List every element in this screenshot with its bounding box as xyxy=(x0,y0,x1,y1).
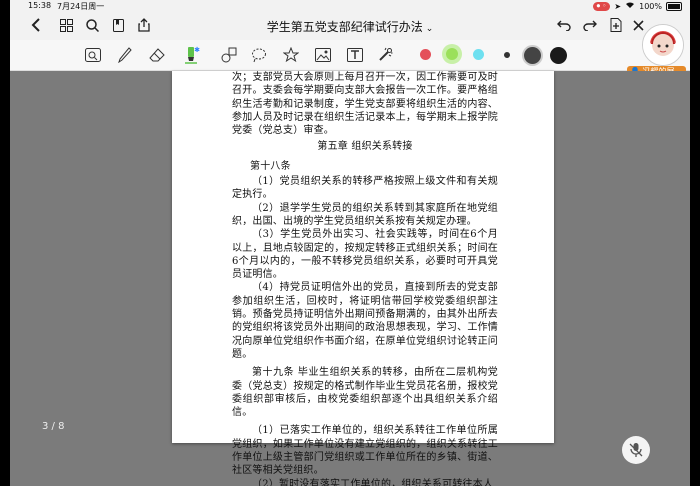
laser-pointer-icon[interactable] xyxy=(376,46,394,64)
shapes-tool-icon[interactable] xyxy=(220,46,238,64)
color-cyan-swatch[interactable] xyxy=(473,49,484,60)
ipad-screen: 15:38 7月24日周一 ⏺ ◦ ➤ 100% 学生第五党支部纪律试行办法 ⌄… xyxy=(10,0,690,486)
paragraph: （3）学生党员外出实习、社会实践等，时间在6个月以上，且地点较固定的，按规定转移… xyxy=(232,229,498,281)
battery-percent: 100% xyxy=(639,1,662,11)
battery-icon xyxy=(666,1,682,11)
status-date: 7月24日周一 xyxy=(57,2,105,11)
avatar[interactable] xyxy=(642,24,684,66)
status-time: 15:38 xyxy=(28,1,52,10)
sticker-tool-icon[interactable] xyxy=(282,46,300,64)
article-heading: 第十八条 xyxy=(250,160,291,172)
zoom-tool-icon[interactable] xyxy=(84,46,102,64)
paragraph: （1）党员组织关系的转移严格按照上级文件和有关规定执行。 xyxy=(232,176,498,201)
paragraph: （2）退学学生党员的组织关系转到其家庭所在地党组织，出国、出境的学生党员组织关系… xyxy=(232,202,498,227)
stroke-large-dot[interactable] xyxy=(550,47,567,64)
paragraph: （4）持党员证明信外出的党员，直接到所去的党支部参加组织生活，回校时，将证明信带… xyxy=(232,282,498,360)
microphone-muted-icon xyxy=(629,443,643,457)
paragraph: （2）暂时没有落实工作单位的，组织关系可转往本人 xyxy=(252,478,494,486)
screen-recording-indicator[interactable]: ⏺ ◦ xyxy=(592,1,611,11)
text-tool-icon[interactable] xyxy=(346,46,364,64)
close-icon[interactable] xyxy=(630,17,646,33)
page-text: 次；支部党员大会原则上每月召开一次，因工作需要可及时召开。支委会每学期要向支部大… xyxy=(232,71,498,486)
page-indicator: 3 / 8 xyxy=(42,421,65,432)
redo-icon[interactable] xyxy=(582,17,598,33)
add-page-icon[interactable] xyxy=(608,17,624,33)
mute-microphone-button[interactable] xyxy=(622,436,650,464)
color-green-swatch-selected[interactable] xyxy=(442,44,462,64)
title-chevron-icon: ⌄ xyxy=(425,24,434,34)
chapter-heading: 第五章 组织关系转接 xyxy=(317,141,413,153)
undo-icon[interactable] xyxy=(556,17,572,33)
document-page[interactable]: 次；支部党员大会原则上每月召开一次，因工作需要可及时召开。支委会每学期要向支部大… xyxy=(172,71,554,486)
status-bar: 15:38 7月24日周一 ⏺ ◦ ➤ 100% xyxy=(10,0,690,12)
pen-tool-icon[interactable] xyxy=(116,46,134,64)
paragraph: 第十九条 毕业生组织关系的转移，由所在二层机构党委（党总支）按规定的格式制作毕业… xyxy=(232,367,498,419)
image-tool-icon[interactable] xyxy=(314,46,332,64)
stroke-medium-dot[interactable] xyxy=(524,47,541,64)
color-red-swatch[interactable] xyxy=(420,49,431,60)
lasso-tool-icon[interactable] xyxy=(250,46,268,64)
bluetooth-icon: ✱ xyxy=(194,46,200,54)
eraser-tool-icon[interactable] xyxy=(148,46,166,64)
nav-bar: 学生第五党支部纪律试行办法 ⌄ xyxy=(10,12,690,40)
annotation-toolbar: ✱ xyxy=(10,40,690,71)
paragraph-continuation: 次；支部党员大会原则上每月召开一次，因工作需要可及时召开。支委会每学期要向支部大… xyxy=(232,72,498,137)
paragraph: （1）已落实工作单位的，组织关系转往工作单位所属党组织，如果工作单位没有建立党组… xyxy=(232,425,498,477)
stroke-small-dot[interactable] xyxy=(504,52,510,58)
status-right: ⏺ ◦ ➤ 100% xyxy=(592,1,682,11)
location-icon: ➤ xyxy=(614,1,622,11)
wifi-icon xyxy=(625,1,635,11)
